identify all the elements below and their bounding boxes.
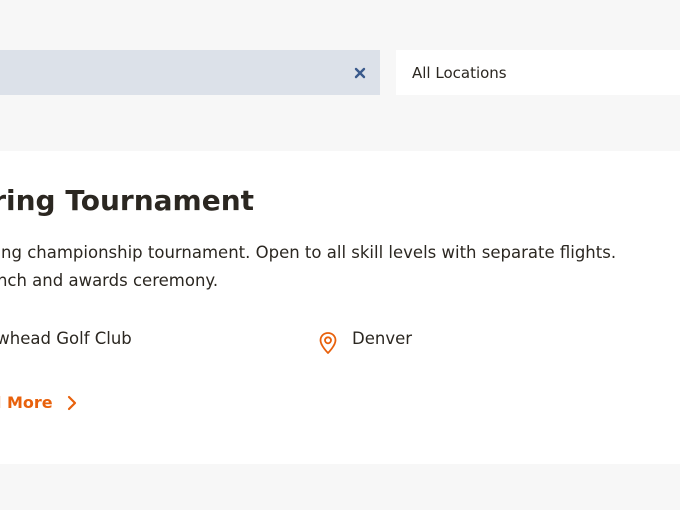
- read-more-link[interactable]: Read More: [0, 393, 77, 412]
- event-description: Annual spring championship tournament. O…: [0, 243, 617, 290]
- event-title: Spring Tournament: [0, 184, 255, 217]
- event-card: Spring Tournament Annual spring champion…: [0, 151, 680, 464]
- close-icon: [354, 67, 366, 79]
- event-city: Denver: [352, 329, 413, 348]
- location-select[interactable]: All Locations: [396, 50, 680, 95]
- location-select-value: All Locations: [412, 63, 507, 82]
- clear-search-button[interactable]: [351, 64, 369, 82]
- chevron-right-icon: [67, 395, 76, 410]
- event-venue: Arrowhead Golf Club: [0, 329, 132, 348]
- read-more-label: Read More: [0, 393, 53, 412]
- map-pin-icon: [319, 332, 337, 354]
- search-input[interactable]: [0, 50, 380, 95]
